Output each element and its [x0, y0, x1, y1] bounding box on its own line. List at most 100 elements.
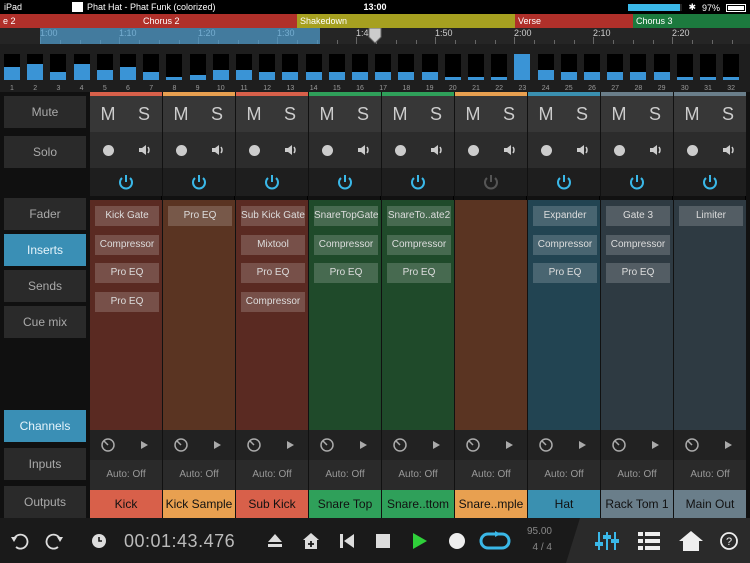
send-button[interactable]: [564, 430, 600, 460]
insert-slot[interactable]: Pro EQ: [606, 263, 670, 283]
send-button[interactable]: [272, 430, 308, 460]
overview-channel[interactable]: 3: [48, 50, 68, 92]
overview-channel[interactable]: 14: [304, 50, 324, 92]
overview-channel[interactable]: 10: [211, 50, 231, 92]
record-arm-button[interactable]: [601, 132, 637, 168]
automation-mode[interactable]: Auto: Off: [236, 460, 308, 490]
mute-button[interactable]: M: [236, 96, 272, 132]
rewind-icon[interactable]: [336, 530, 358, 552]
arranger-section[interactable]: Verse: [515, 14, 633, 28]
channel-name[interactable]: Snare..ttom: [382, 490, 454, 518]
insert-slot[interactable]: Gate 3: [606, 206, 670, 226]
mute-button[interactable]: M: [528, 96, 564, 132]
channel-overview[interactable]: 1 2 3 4 5 6 7 8 9 10 11 12 13 14 15 16 17 18 19 20 21 22 23 24 2…: [0, 44, 750, 92]
channel-name[interactable]: Kick: [90, 490, 162, 518]
overview-channel[interactable]: 31: [698, 50, 718, 92]
fader-button[interactable]: Fader: [4, 198, 86, 230]
channels-button[interactable]: Channels: [4, 410, 86, 442]
solo-button[interactable]: S: [491, 96, 527, 132]
send-button[interactable]: [491, 430, 527, 460]
overview-channel[interactable]: 22: [489, 50, 509, 92]
insert-slot[interactable]: Compressor: [606, 234, 670, 255]
overview-channel[interactable]: 8: [164, 50, 184, 92]
monitor-button[interactable]: [272, 132, 308, 168]
list-icon[interactable]: [636, 530, 662, 552]
home-add-icon[interactable]: [300, 530, 322, 552]
solo-button[interactable]: S: [637, 96, 673, 132]
arranger-section[interactable]: Chorus 2: [140, 14, 297, 28]
record-icon[interactable]: [446, 530, 468, 552]
overview-channel[interactable]: 17: [373, 50, 393, 92]
overview-channel[interactable]: 2: [25, 50, 45, 92]
automation-mode[interactable]: Auto: Off: [455, 460, 527, 490]
insert-slot[interactable]: Pro EQ: [533, 263, 597, 283]
arranger-section[interactable]: Chorus 3: [633, 14, 750, 28]
arranger-section[interactable]: e 2: [0, 14, 140, 28]
pan-knob[interactable]: [382, 430, 418, 460]
mute-button[interactable]: Mute: [4, 96, 86, 128]
insert-slot[interactable]: Pro EQ: [387, 263, 451, 283]
channel-name[interactable]: Kick Sample: [163, 490, 235, 518]
playhead-icon[interactable]: [368, 28, 382, 44]
overview-channel[interactable]: 32: [721, 50, 741, 92]
automation-mode[interactable]: Auto: Off: [601, 460, 673, 490]
insert-slot[interactable]: Sub Kick Gate: [241, 206, 305, 226]
outputs-button[interactable]: Outputs: [4, 486, 86, 518]
undo-icon[interactable]: [8, 530, 30, 552]
channel-name[interactable]: Hat: [528, 490, 600, 518]
power-button[interactable]: [236, 168, 308, 196]
channel-name[interactable]: Snare Top: [309, 490, 381, 518]
overview-channel[interactable]: 15: [327, 50, 347, 92]
clock-icon[interactable]: [88, 530, 110, 552]
overview-channel[interactable]: 16: [350, 50, 370, 92]
pan-knob[interactable]: [90, 430, 126, 460]
pan-knob[interactable]: [674, 430, 710, 460]
send-button[interactable]: [710, 430, 746, 460]
automation-mode[interactable]: Auto: Off: [309, 460, 381, 490]
power-button[interactable]: [90, 168, 162, 196]
mute-button[interactable]: M: [455, 96, 491, 132]
record-arm-button[interactable]: [674, 132, 710, 168]
mute-button[interactable]: M: [674, 96, 710, 132]
automation-mode[interactable]: Auto: Off: [90, 460, 162, 490]
monitor-button[interactable]: [345, 132, 381, 168]
overview-channel[interactable]: 11: [234, 50, 254, 92]
loop-range[interactable]: [40, 28, 320, 44]
overview-channel[interactable]: 13: [280, 50, 300, 92]
insert-slot[interactable]: Compressor: [533, 234, 597, 255]
record-arm-button[interactable]: [528, 132, 564, 168]
mixer-icon[interactable]: [594, 530, 620, 552]
mute-button[interactable]: M: [163, 96, 199, 132]
record-arm-button[interactable]: [382, 132, 418, 168]
overview-channel[interactable]: 30: [675, 50, 695, 92]
pan-knob[interactable]: [309, 430, 345, 460]
insert-slot[interactable]: SnareTopGate: [314, 206, 378, 226]
insert-slot[interactable]: SnareTo..ate2: [387, 206, 451, 226]
record-arm-button[interactable]: [309, 132, 345, 168]
pan-knob[interactable]: [236, 430, 272, 460]
insert-slot[interactable]: Pro EQ: [95, 291, 159, 312]
insert-slot[interactable]: Limiter: [679, 206, 743, 226]
overview-channel[interactable]: 4: [72, 50, 92, 92]
mute-button[interactable]: M: [90, 96, 126, 132]
solo-button[interactable]: S: [564, 96, 600, 132]
overview-channel[interactable]: 20: [443, 50, 463, 92]
mute-button[interactable]: M: [601, 96, 637, 132]
overview-channel[interactable]: 12: [257, 50, 277, 92]
power-button[interactable]: [382, 168, 454, 196]
insert-slot[interactable]: Pro EQ: [95, 263, 159, 283]
help-icon[interactable]: ?: [718, 530, 740, 552]
power-button[interactable]: [455, 168, 527, 196]
overview-channel[interactable]: 29: [652, 50, 672, 92]
record-arm-button[interactable]: [163, 132, 199, 168]
insert-slot[interactable]: Compressor: [241, 291, 305, 312]
overview-channel[interactable]: 1: [2, 50, 22, 92]
send-button[interactable]: [345, 430, 381, 460]
solo-button[interactable]: S: [710, 96, 746, 132]
record-arm-button[interactable]: [455, 132, 491, 168]
pan-knob[interactable]: [163, 430, 199, 460]
channel-name[interactable]: Rack Tom 1: [601, 490, 673, 518]
monitor-button[interactable]: [418, 132, 454, 168]
solo-button[interactable]: S: [199, 96, 235, 132]
inserts-button[interactable]: Inserts: [4, 234, 86, 266]
